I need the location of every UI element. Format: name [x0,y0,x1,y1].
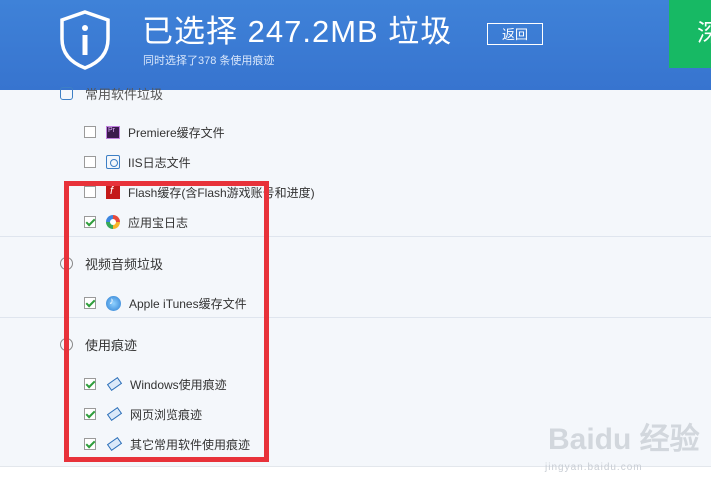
item-label: 应用宝日志 [128,215,189,230]
item-checkbox[interactable] [84,408,96,420]
section-usage-traces[interactable]: 使用痕迹 [60,334,137,354]
item-label: Premiere缓存文件 [128,125,225,140]
item-checkbox[interactable] [84,297,96,309]
eraser-icon [106,437,122,451]
item-checkbox[interactable] [84,378,96,390]
itunes-icon [106,295,121,311]
list-item[interactable]: Flash缓存(含Flash游戏账号和进度) [84,182,315,202]
flash-icon [106,185,120,199]
item-checkbox[interactable] [84,126,96,138]
item-checkbox[interactable] [84,186,96,198]
item-label: Flash缓存(含Flash游戏账号和进度) [128,185,315,200]
section-common-software[interactable]: 常用软件垃圾 [60,83,163,103]
shield-info-icon [60,10,110,70]
item-checkbox[interactable] [84,438,96,450]
page-title: 已选择 247.2MB 垃圾 [142,14,453,49]
section-divider [0,236,711,237]
item-label: 网页浏览痕迹 [130,407,203,422]
list-item[interactable]: Premiere缓存文件 [84,122,225,142]
selection-summary: 同时选择了378 条使用痕迹 [143,55,275,67]
section-expand-icon[interactable] [60,256,73,270]
list-item[interactable]: IIS日志文件 [84,152,191,172]
iis-icon [106,155,120,169]
back-button[interactable]: 返回 [487,23,543,45]
yingyongbao-icon [106,215,120,229]
list-item[interactable]: 网页浏览痕迹 [84,404,202,424]
section-video-audio[interactable]: 视频音频垃圾 [60,253,163,273]
list-item[interactable]: 应用宝日志 [84,212,188,232]
list-item[interactable]: 其它常用软件使用痕迹 [84,434,250,454]
item-label: 其它常用软件使用痕迹 [130,437,251,452]
clean-button[interactable]: 深 [669,0,711,68]
item-checkbox[interactable] [84,216,96,228]
premiere-icon [106,125,120,139]
section-title: 常用软件垃圾 [85,86,164,102]
eraser-icon [106,407,122,421]
header-bar: 已选择 247.2MB 垃圾 返回 同时选择了378 条使用痕迹 深 [0,0,711,90]
section-expand-icon[interactable] [60,86,73,100]
baidu-watermark: Baidu 经验 [548,423,700,456]
item-label: IIS日志文件 [128,155,191,170]
section-title: 视频音频垃圾 [85,256,164,272]
baidu-watermark-url: jingyan.baidu.com [545,462,643,473]
item-label: Apple iTunes缓存文件 [129,296,247,311]
eraser-icon [106,377,122,391]
section-title: 使用痕迹 [85,337,138,353]
section-divider [0,317,711,318]
list-item[interactable]: Windows使用痕迹 [84,374,227,394]
section-expand-icon[interactable] [60,337,73,351]
list-item[interactable]: Apple iTunes缓存文件 [84,293,247,313]
item-checkbox[interactable] [84,156,96,168]
item-label: Windows使用痕迹 [130,377,227,392]
